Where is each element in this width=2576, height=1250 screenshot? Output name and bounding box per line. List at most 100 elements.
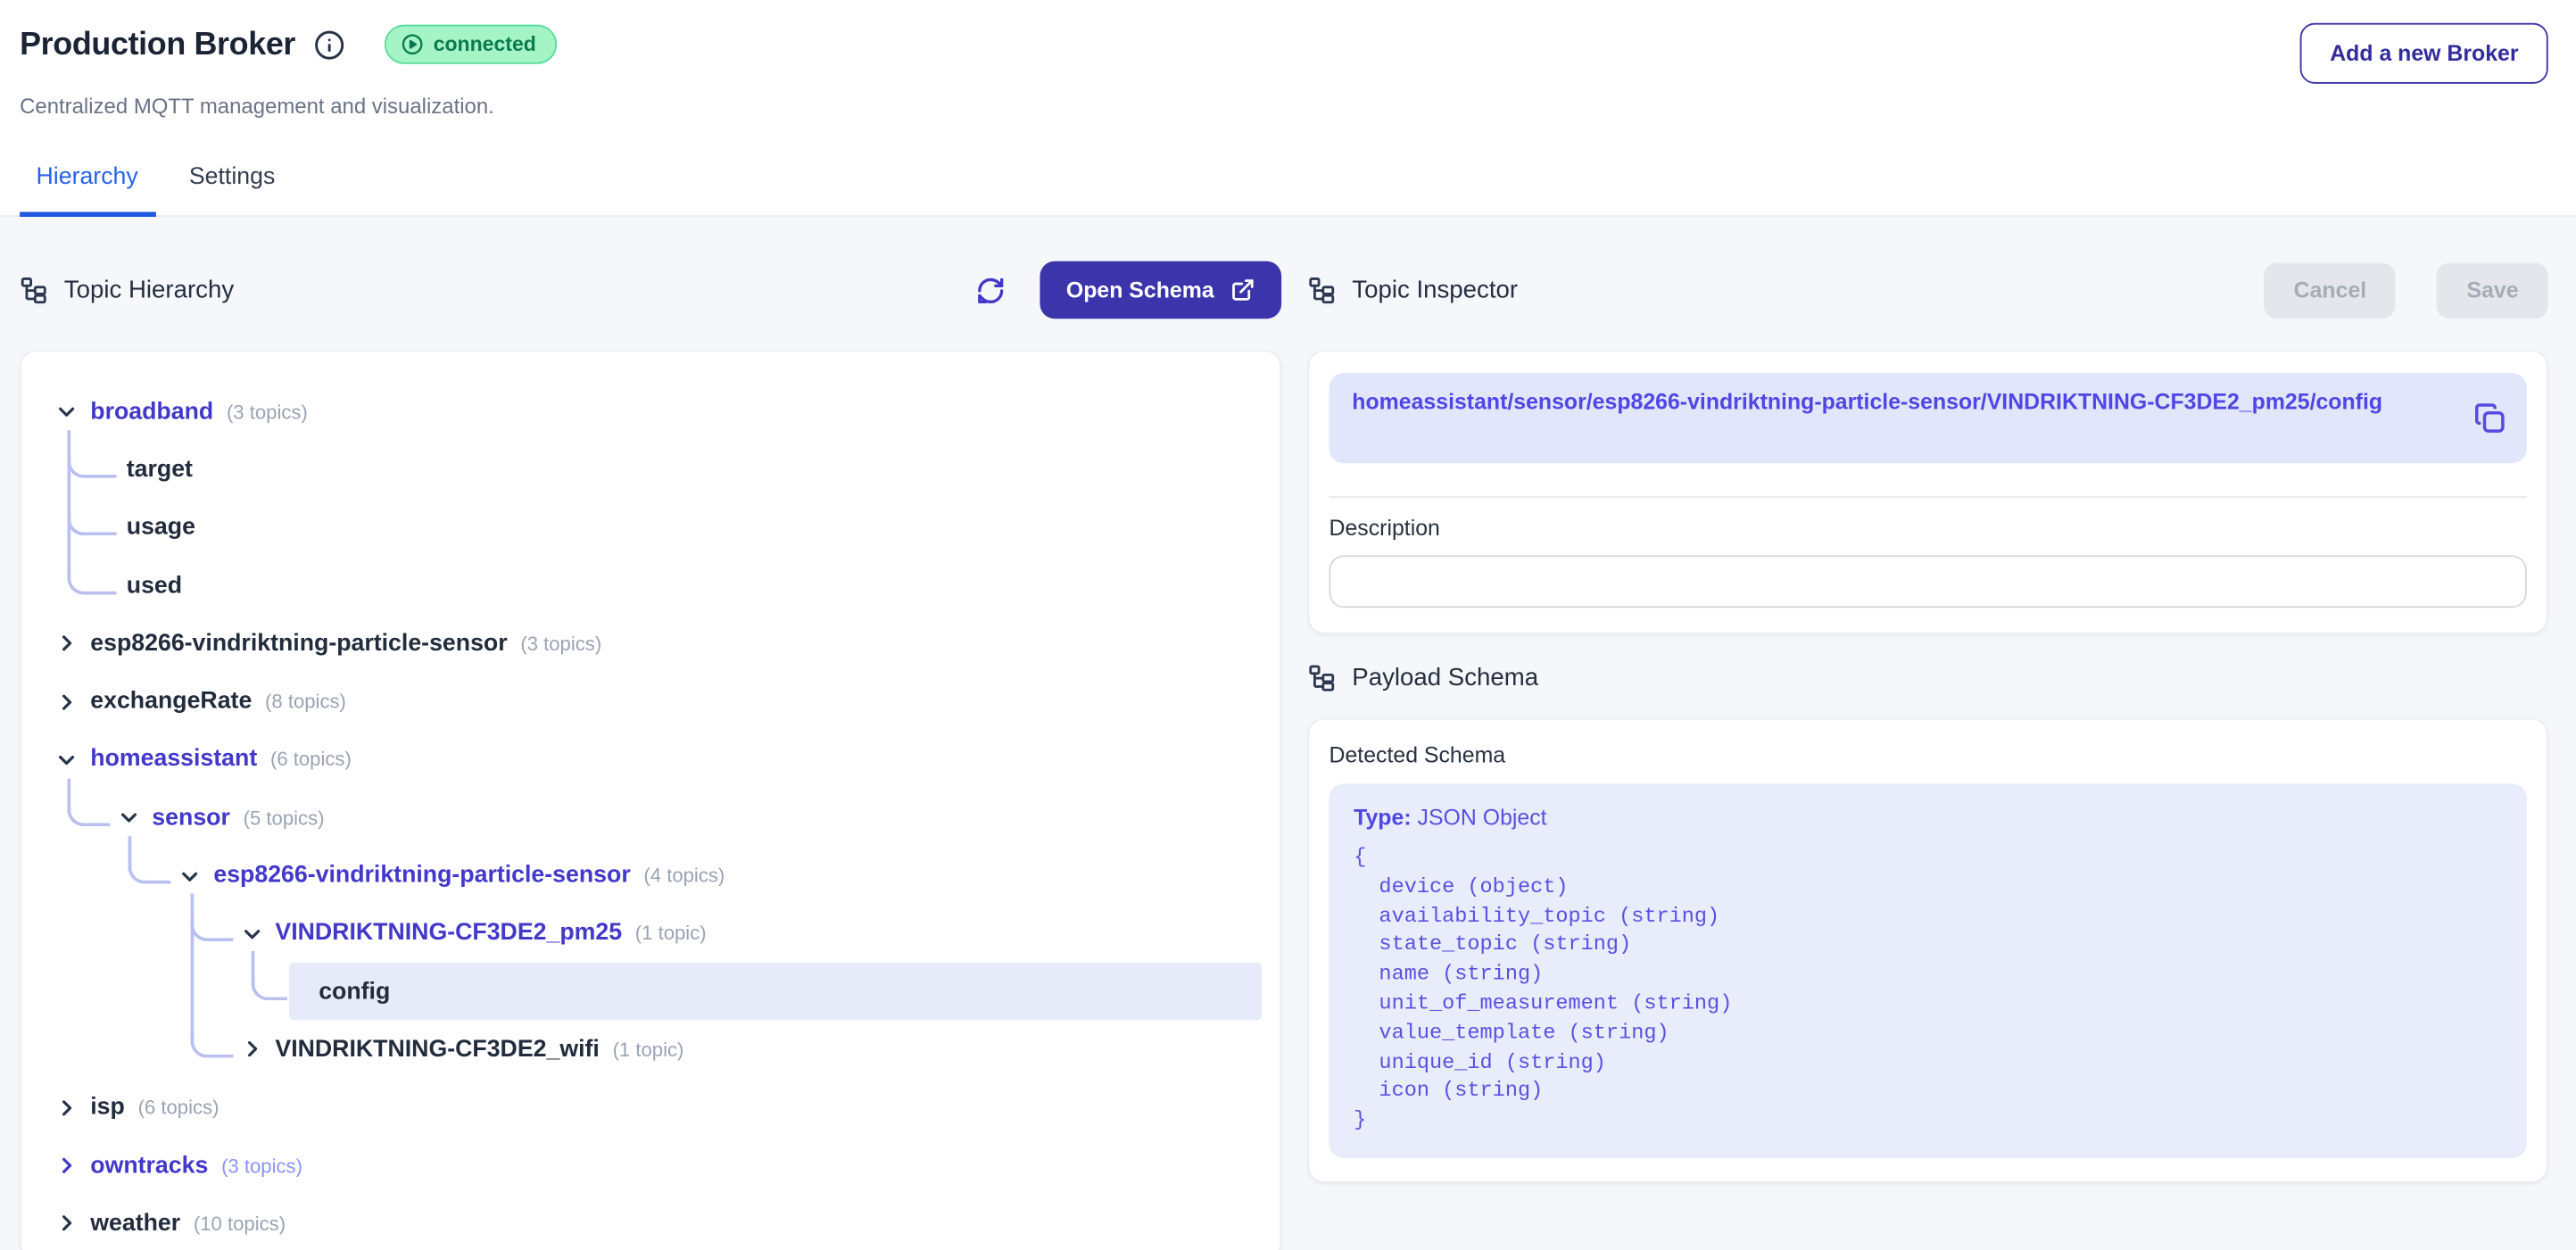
tree-node-count: (10 topics) [194,1212,286,1235]
detected-schema-label: Detected Schema [1329,742,2527,768]
tree-node-count: (3 topics) [227,401,308,424]
tree-node-count: (1 topic) [635,922,707,945]
play-circle-icon [401,33,424,56]
tab-hierarchy[interactable]: Hierarchy [37,162,138,215]
tree-node-sensor[interactable]: sensor (5 topics) [21,789,1280,847]
tree-node-count: (8 topics) [265,691,346,714]
tree-node-used[interactable]: used [21,557,1280,615]
schema-line: { [1354,843,2502,873]
tree-node-count: (6 topics) [138,1096,219,1119]
tree-node-esp8266-nested[interactable]: esp8266-vindriktning-particle-sensor (4 … [21,847,1280,905]
schema-type-value: JSON Object [1418,805,1547,830]
chevron-down-icon[interactable] [118,807,139,828]
chevron-right-icon[interactable] [56,1097,78,1118]
tree-node-broadband[interactable]: broadband (3 topics) [21,383,1280,441]
save-button[interactable]: Save [2437,262,2547,319]
tree-node-vindriktning-wifi[interactable]: VINDRIKTNING-CF3DE2_wifi (1 topic) [21,1021,1280,1079]
chevron-down-icon[interactable] [241,923,262,944]
copy-icon[interactable] [2474,402,2506,434]
tree-node-count: (3 topics) [520,633,601,656]
tree-node-weather[interactable]: weather (10 topics) [21,1195,1280,1250]
tree-node-isp[interactable]: isp (6 topics) [21,1079,1280,1137]
tree-node-label: broadband [90,399,213,425]
tree-node-label: esp8266-vindriktning-particle-sensor [213,863,630,889]
tree-node-owntracks[interactable]: owntracks (3 topics) [21,1137,1280,1195]
status-badge-label: connected [434,31,536,57]
tree-node-label: VINDRIKTNING-CF3DE2_wifi [275,1037,599,1063]
tree-node-label: config [319,979,390,1005]
chevron-down-icon[interactable] [179,865,201,886]
tree-node-label: homeassistant [90,747,257,773]
topic-tree: broadband (3 topics) target usage used e… [20,350,1281,1250]
app-header: Production Broker connected Add a new Br… [0,0,2576,217]
external-link-icon [1230,277,1255,302]
tree-node-label: exchangeRate [90,689,252,715]
tree-node-label: VINDRIKTNING-CF3DE2_pm25 [275,921,622,947]
tree-node-vindriktning-pm25[interactable]: VINDRIKTNING-CF3DE2_pm25 (1 topic) [21,905,1280,963]
description-label: Description [1329,516,2527,542]
tree-node-count: (6 topics) [270,749,352,772]
tree-node-count: (3 topics) [221,1154,302,1177]
schema-line: name (string) [1354,960,2502,989]
chevron-down-icon[interactable] [56,749,78,770]
open-schema-button[interactable]: Open Schema [1040,261,1281,319]
divider [1329,496,2527,498]
hierarchy-icon [20,276,47,303]
tree-node-count: (5 topics) [244,807,325,830]
tree-node-target[interactable]: target [21,441,1280,499]
inspector-card: homeassistant/sensor/esp8266-vindriktnin… [1308,350,2548,634]
tree-node-count: (1 topic) [613,1038,684,1061]
schema-line: availability_topic (string) [1354,901,2502,931]
tree-node-esp8266-root[interactable]: esp8266-vindriktning-particle-sensor (3 … [21,615,1280,673]
tree-node-count: (4 topics) [643,864,725,887]
cancel-button[interactable]: Cancel [2265,262,2397,319]
tab-settings[interactable]: Settings [189,162,275,215]
payload-schema-title: Payload Schema [1352,663,1538,691]
schema-line: icon (string) [1354,1077,2502,1106]
topic-path: homeassistant/sensor/esp8266-vindriktnin… [1352,388,2451,418]
inspector-icon [1308,276,1336,303]
chevron-right-icon[interactable] [56,1155,78,1176]
detected-schema-block: Type: JSON Object { device (object) avai… [1329,783,2527,1158]
tree-node-usage[interactable]: usage [21,499,1280,557]
chevron-right-icon[interactable] [56,1213,78,1234]
description-input[interactable] [1329,555,2527,608]
chevron-right-icon[interactable] [241,1039,262,1060]
schema-line: unique_id (string) [1354,1047,2502,1077]
schema-type-line: Type: JSON Object [1354,803,2502,832]
schema-line: } [1354,1105,2502,1135]
payload-schema-card: Detected Schema Type: JSON Object { devi… [1308,718,2548,1183]
tree-node-label: usage [127,515,195,541]
app-root: Production Broker connected Add a new Br… [0,0,2576,1250]
schema-line: unit_of_measurement (string) [1354,989,2502,1018]
tree-node-label: esp8266-vindriktning-particle-sensor [90,631,507,657]
open-schema-label: Open Schema [1066,277,1214,302]
tree-node-label: target [127,457,193,483]
tree-node-label: used [127,573,182,599]
schema-type-label: Type: [1354,805,1411,830]
refresh-icon[interactable] [969,269,1012,311]
schema-line: state_topic (string) [1354,931,2502,960]
inspector-panel-title: Topic Inspector [1352,276,1518,303]
status-badge: connected [384,25,557,64]
tree-node-config-selected[interactable]: config [21,963,1280,1021]
tree-node-exchangerate[interactable]: exchangeRate (8 topics) [21,673,1280,731]
chevron-right-icon[interactable] [56,691,78,712]
tree-node-label: sensor [152,805,230,831]
page-title: Production Broker [20,23,295,66]
hierarchy-panel-title: Topic Hierarchy [64,276,234,303]
tree-node-homeassistant[interactable]: homeassistant (6 topics) [21,731,1280,789]
tree-node-label: owntracks [90,1153,208,1179]
chevron-right-icon[interactable] [56,633,78,654]
payload-schema-icon [1308,663,1336,691]
tree-node-label: isp [90,1095,125,1121]
schema-line: device (object) [1354,872,2502,901]
tab-bar: Hierarchy Settings [20,162,2548,215]
info-icon[interactable] [313,29,344,60]
tree-node-label: weather [90,1211,180,1237]
page-subtitle: Centralized MQTT management and visualiz… [20,94,2548,119]
topic-path-box: homeassistant/sensor/esp8266-vindriktnin… [1329,373,2527,463]
add-broker-button[interactable]: Add a new Broker [2300,23,2548,84]
schema-line: value_template (string) [1354,1018,2502,1047]
chevron-down-icon[interactable] [56,401,78,423]
